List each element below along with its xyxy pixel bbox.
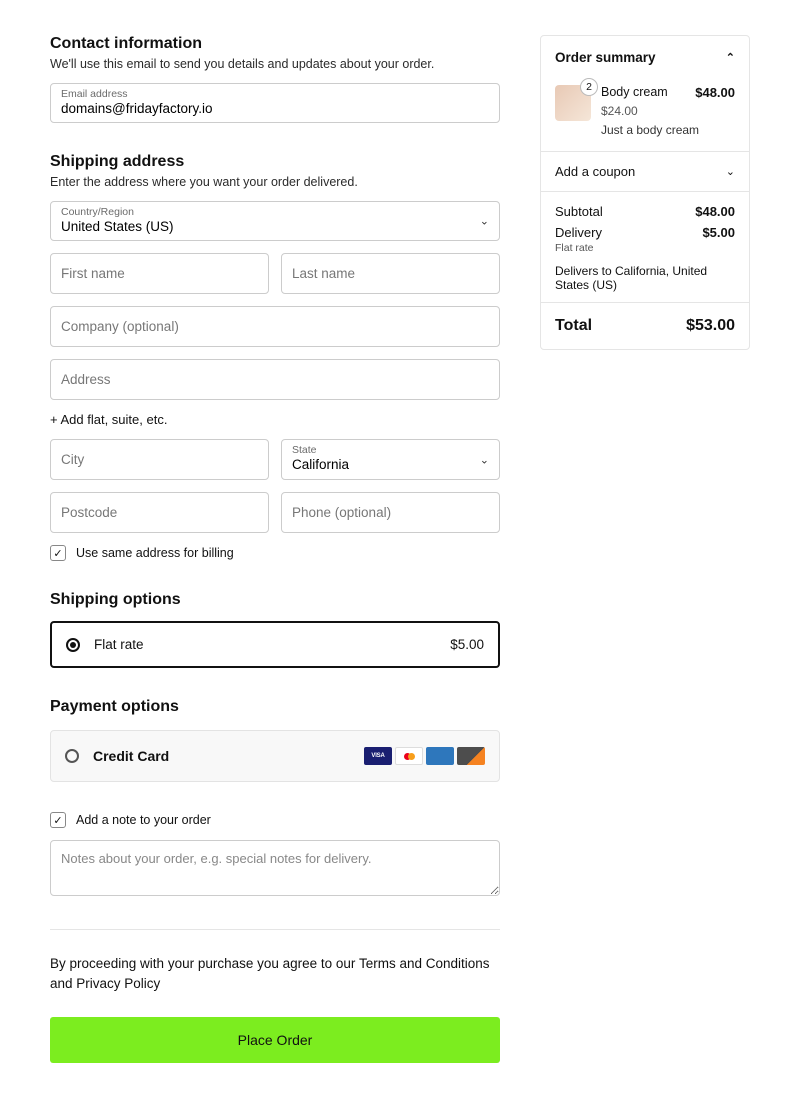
company-input[interactable] (51, 307, 499, 346)
phone-wrap[interactable] (281, 492, 500, 533)
subtotal-label: Subtotal (555, 204, 603, 219)
item-name: Body cream (601, 85, 668, 99)
last-name-input[interactable] (282, 254, 499, 293)
product-thumbnail: 2 (555, 85, 591, 121)
subtotal-value: $48.00 (695, 204, 735, 219)
contact-section: Contact information We'll use this email… (50, 35, 500, 123)
shipping-options-section: Shipping options Flat rate $5.00 (50, 591, 500, 668)
delivery-method: Flat rate (555, 242, 735, 254)
card-logos: VISA (364, 747, 485, 765)
coupon-label: Add a coupon (555, 164, 635, 179)
same-billing-checkbox[interactable]: ✓ (50, 545, 66, 561)
payment-section: Payment options Credit Card VISA (50, 698, 500, 782)
flat-rate-label: Flat rate (94, 637, 436, 652)
first-name-input[interactable] (51, 254, 268, 293)
same-billing-row[interactable]: ✓ Use same address for billing (50, 545, 500, 561)
terms-and: and (50, 976, 76, 991)
grand-total-row: Total $53.00 (541, 302, 749, 349)
privacy-link[interactable]: Privacy Policy (76, 976, 160, 991)
state-select-wrap[interactable]: State California ⌄ (281, 439, 500, 480)
postcode-input[interactable] (51, 493, 268, 532)
terms-text: By proceeding with your purchase you agr… (50, 954, 500, 995)
summary-heading: Order summary (555, 50, 656, 65)
same-billing-label: Use same address for billing (76, 546, 234, 560)
note-checkbox[interactable]: ✓ (50, 812, 66, 828)
amex-icon (426, 747, 454, 765)
item-unit-price: $24.00 (601, 104, 735, 118)
payment-heading: Payment options (50, 698, 500, 716)
divider (50, 929, 500, 930)
order-summary: Order summary ⌃ 2 Body cream $48.00 $24.… (540, 35, 750, 350)
radio-selected-icon (66, 638, 80, 652)
add-flat-link[interactable]: + Add flat, suite, etc. (50, 412, 500, 427)
note-check-label: Add a note to your order (76, 813, 211, 827)
postcode-wrap[interactable] (50, 492, 269, 533)
shipping-heading: Shipping address (50, 153, 500, 171)
mastercard-icon (395, 747, 423, 765)
total-label: Total (555, 317, 592, 335)
contact-heading: Contact information (50, 35, 500, 53)
credit-card-option[interactable]: Credit Card VISA (50, 730, 500, 782)
note-check-row[interactable]: ✓ Add a note to your order (50, 812, 500, 828)
address-input[interactable] (51, 360, 499, 399)
total-value: $53.00 (686, 317, 735, 335)
delivery-value: $5.00 (702, 225, 735, 240)
terms-prefix: By proceeding with your purchase you agr… (50, 956, 359, 971)
email-field-wrap[interactable]: Email address (50, 83, 500, 123)
terms-link[interactable]: Terms and Conditions (359, 956, 490, 971)
first-name-wrap[interactable] (50, 253, 269, 294)
radio-unselected-icon (65, 749, 79, 763)
item-price: $48.00 (695, 85, 735, 104)
city-wrap[interactable] (50, 439, 269, 480)
chevron-up-icon: ⌃ (726, 51, 735, 64)
city-input[interactable] (51, 440, 268, 479)
company-wrap[interactable] (50, 306, 500, 347)
address-wrap[interactable] (50, 359, 500, 400)
email-label: Email address (61, 88, 128, 100)
add-coupon-row[interactable]: Add a coupon ⌄ (541, 151, 749, 191)
state-label: State (292, 444, 317, 456)
shipping-section: Shipping address Enter the address where… (50, 153, 500, 561)
phone-input[interactable] (282, 493, 499, 532)
item-desc: Just a body cream (601, 123, 735, 137)
credit-card-label: Credit Card (93, 748, 350, 764)
note-textarea[interactable] (50, 840, 500, 896)
flat-rate-price: $5.00 (450, 637, 484, 652)
summary-header[interactable]: Order summary ⌃ (541, 36, 749, 79)
last-name-wrap[interactable] (281, 253, 500, 294)
quantity-badge: 2 (580, 78, 598, 96)
discover-icon (457, 747, 485, 765)
summary-item: 2 Body cream $48.00 $24.00 Just a body c… (541, 79, 749, 151)
flat-rate-option[interactable]: Flat rate $5.00 (50, 621, 500, 668)
delivery-label: Delivery (555, 225, 602, 240)
country-select-wrap[interactable]: Country/Region United States (US) ⌄ (50, 201, 500, 241)
country-label: Country/Region (61, 206, 134, 218)
delivers-to: Delivers to California, United States (U… (555, 264, 735, 292)
shipping-desc: Enter the address where you want your or… (50, 175, 500, 189)
visa-icon: VISA (364, 747, 392, 765)
totals-block: Subtotal $48.00 Delivery $5.00 Flat rate… (541, 191, 749, 302)
shipping-options-heading: Shipping options (50, 591, 500, 609)
note-section: ✓ Add a note to your order (50, 812, 500, 899)
chevron-down-icon: ⌄ (726, 165, 735, 178)
contact-desc: We'll use this email to send you details… (50, 57, 500, 71)
